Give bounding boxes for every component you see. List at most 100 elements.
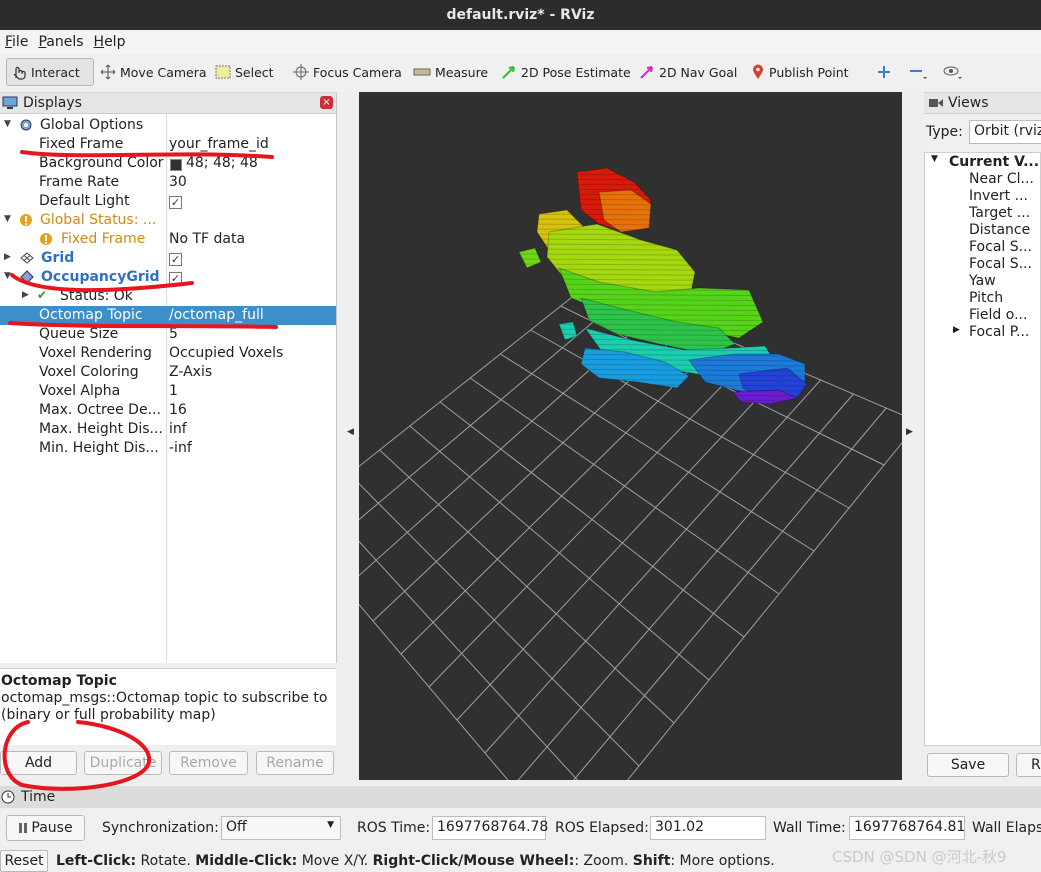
voxel-rendering-value[interactable]: Occupied Voxels — [169, 345, 283, 361]
save-view-button[interactable]: Save — [927, 753, 1009, 777]
tree-row-status[interactable]: ▶ ✔ Status: Ok — [0, 287, 336, 306]
tree-row-gs-fixed-frame[interactable]: Fixed Frame No TF data — [0, 230, 336, 249]
add-tool-button[interactable] — [873, 58, 895, 86]
voxel-coloring-value[interactable]: Z-Axis — [169, 364, 212, 380]
close-panel-icon[interactable]: × — [320, 96, 333, 109]
expand-arrow-icon[interactable]: ▼ — [4, 214, 11, 224]
collapse-arrow-icon[interactable]: ▶ — [953, 325, 960, 335]
interact-tool-button[interactable]: Interact — [6, 58, 94, 86]
remove-view-button[interactable]: R — [1016, 753, 1041, 777]
view-prop-distance[interactable]: Distance — [969, 222, 1030, 238]
duplicate-display-button[interactable]: Duplicate — [84, 751, 162, 775]
voxel-shading — [519, 183, 807, 187]
rename-display-button[interactable]: Rename — [256, 751, 334, 775]
pose-estimate-tool-button[interactable]: 2D Pose Estimate — [497, 58, 635, 86]
tree-row-voxel-coloring[interactable]: Voxel Coloring Z-Axis — [0, 363, 336, 382]
magenta-arrow-icon — [640, 66, 653, 79]
sync-select[interactable]: Off ▼ — [221, 816, 341, 840]
map-pin-icon — [753, 64, 763, 79]
view-type-select[interactable]: Orbit (rviz) — [969, 120, 1041, 144]
focus-camera-tool-button[interactable]: Focus Camera — [289, 58, 406, 86]
nav-goal-tool-button[interactable]: 2D Nav Goal — [635, 58, 741, 86]
status-bar: Reset Left-Click: Rotate. Middle-Click: … — [0, 848, 1041, 872]
ros-time-field[interactable]: 1697768764.78 — [432, 816, 548, 840]
move-camera-tool-button[interactable]: Move Camera — [96, 58, 211, 86]
octomap-topic-value[interactable]: /octomap_full — [169, 307, 264, 323]
ros-elapsed-field[interactable]: 301.02 — [650, 816, 766, 840]
add-display-button[interactable]: Add — [0, 751, 77, 775]
wall-time-field[interactable]: 1697768764.81 — [849, 816, 965, 840]
hand-pointer-icon — [13, 66, 26, 80]
render-viewport[interactable] — [359, 92, 902, 780]
select-tool-button[interactable]: Select — [211, 58, 278, 86]
reset-button[interactable]: Reset — [0, 850, 48, 872]
view-prop-focal-size[interactable]: Focal S... — [969, 239, 1032, 255]
background-color-value[interactable]: 48; 48; 48 — [186, 155, 258, 171]
max-height-label: Max. Height Dis... — [39, 421, 163, 437]
expand-arrow-icon[interactable]: ▼ — [4, 271, 11, 281]
view-prop-target[interactable]: Target ... — [969, 205, 1030, 221]
current-view-label[interactable]: Current V... — [949, 154, 1039, 170]
voxel-alpha-value[interactable]: 1 — [169, 383, 178, 399]
expand-arrow-icon[interactable]: ▼ — [931, 154, 938, 164]
menu-panels[interactable]: Panels — [33, 34, 88, 50]
3d-scene[interactable] — [359, 92, 902, 780]
grid-line — [428, 351, 756, 688]
color-swatch — [170, 159, 182, 171]
tree-row-min-height[interactable]: Min. Height Dis... -inf — [0, 439, 336, 458]
tree-row-queue-size[interactable]: Queue Size 5 — [0, 325, 336, 344]
tree-row-background-color[interactable]: Background Color 48; 48; 48 — [0, 154, 336, 173]
tree-row-voxel-alpha[interactable]: Voxel Alpha 1 — [0, 382, 336, 401]
tree-row-grid[interactable]: ▶ Grid ✓ — [0, 249, 336, 268]
view-prop-pitch[interactable]: Pitch — [969, 290, 1003, 306]
tree-row-occupancy-grid[interactable]: ▼ OccupancyGrid ✓ — [0, 268, 336, 287]
remove-tool-button[interactable] — [905, 58, 931, 86]
grid-checkbox[interactable]: ✓ — [169, 252, 182, 266]
queue-size-value[interactable]: 5 — [169, 326, 178, 342]
pause-button[interactable]: Pause — [6, 815, 85, 841]
view-prop-invert[interactable]: Invert ... — [969, 188, 1028, 204]
tree-row-octomap-topic[interactable]: Octomap Topic /octomap_full — [0, 306, 336, 325]
collapse-right-icon[interactable]: ▶ — [906, 427, 913, 437]
tree-row-max-height[interactable]: Max. Height Dis... inf — [0, 420, 336, 439]
tree-row-global-status[interactable]: ▼ Global Status: ... — [0, 211, 336, 230]
menu-help[interactable]: Help — [89, 34, 131, 50]
grid-line — [379, 449, 675, 724]
min-height-value[interactable]: -inf — [169, 440, 192, 456]
view-prop-focal-point[interactable]: Focal P... — [969, 324, 1029, 340]
view-prop-field-of-view[interactable]: Field o... — [969, 307, 1027, 323]
tree-row-max-octree[interactable]: Max. Octree De... 16 — [0, 401, 336, 420]
sync-value: Off — [226, 819, 247, 835]
max-octree-value[interactable]: 16 — [169, 402, 187, 418]
monitor-icon — [2, 96, 18, 109]
left-splitter[interactable]: ◀ — [337, 92, 359, 780]
right-splitter[interactable]: ▶ — [902, 92, 924, 780]
fixed-frame-value[interactable]: your_frame_id — [169, 136, 269, 152]
tree-row-frame-rate[interactable]: Frame Rate 30 — [0, 173, 336, 192]
collapse-arrow-icon[interactable]: ▶ — [4, 252, 11, 262]
collapse-left-icon[interactable]: ◀ — [347, 427, 354, 437]
tree-row-default-light[interactable]: Default Light ✓ — [0, 192, 336, 211]
tool-properties-button[interactable] — [939, 58, 967, 86]
views-panel-header: Views — [924, 93, 1041, 114]
view-prop-yaw[interactable]: Yaw — [969, 273, 996, 289]
background-color-label: Background Color — [39, 155, 164, 171]
remove-display-button[interactable]: Remove — [169, 751, 248, 775]
sync-label: Synchronization: — [102, 820, 219, 836]
publish-point-tool-button[interactable]: Publish Point — [747, 58, 853, 86]
max-height-value[interactable]: inf — [169, 421, 187, 437]
grid-line — [359, 281, 592, 468]
tree-row-fixed-frame[interactable]: Fixed Frame your_frame_id — [0, 135, 336, 154]
tree-row-global-options[interactable]: ▼ Global Options — [0, 116, 336, 135]
frame-rate-value[interactable]: 30 — [169, 174, 187, 190]
occupancy-grid-checkbox[interactable]: ✓ — [169, 271, 182, 285]
gs-fixed-frame-label: Fixed Frame — [61, 231, 146, 247]
tree-row-voxel-rendering[interactable]: Voxel Rendering Occupied Voxels — [0, 344, 336, 363]
default-light-checkbox[interactable]: ✓ — [169, 195, 182, 209]
collapse-arrow-icon[interactable]: ▶ — [22, 290, 29, 300]
expand-arrow-icon[interactable]: ▼ — [4, 119, 11, 129]
menu-file[interactable]: File — [0, 34, 33, 50]
measure-tool-button[interactable]: Measure — [409, 58, 492, 86]
view-prop-near-clip[interactable]: Near Cl... — [969, 171, 1034, 187]
view-prop-focal-shape[interactable]: Focal S... — [969, 256, 1032, 272]
